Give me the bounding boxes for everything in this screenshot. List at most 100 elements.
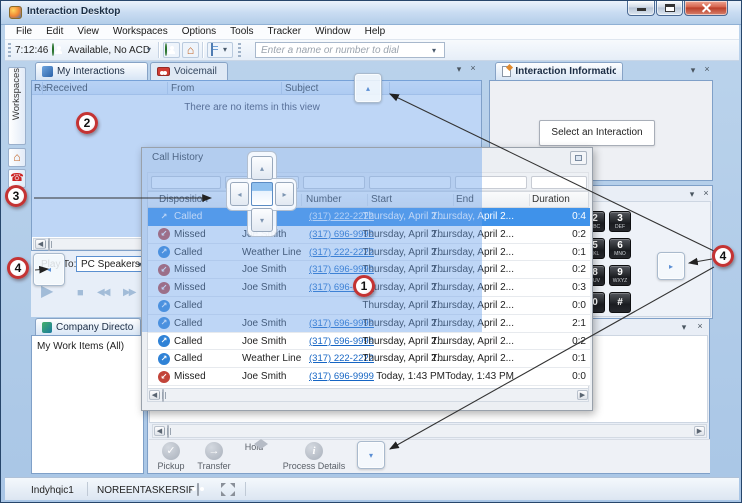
- pane-menu-icon[interactable]: ▾: [678, 322, 690, 333]
- disposition-cell: Called: [174, 350, 234, 368]
- call-history-row[interactable]: ↗Called(317) 222-2222Thursday, April 2..…: [148, 208, 590, 226]
- pane-menu-icon[interactable]: ▾: [687, 65, 699, 76]
- station-name: Indyhqic1: [31, 485, 74, 496]
- scroll-thumb[interactable]: [162, 389, 164, 402]
- scroll-right-icon[interactable]: ▶: [577, 390, 588, 400]
- end-cell: Thursday, April 2...: [430, 315, 514, 333]
- play-device-combo[interactable]: PC Speakers ▾: [76, 256, 148, 272]
- stop-button[interactable]: ■: [77, 287, 82, 299]
- scroll-right-icon[interactable]: ▶: [694, 426, 705, 436]
- pane-close-icon[interactable]: ×: [694, 321, 706, 332]
- menu-item-file[interactable]: File: [9, 25, 39, 38]
- my-status-button[interactable]: [163, 42, 180, 58]
- pane-menu-icon[interactable]: ▾: [453, 64, 465, 75]
- menu-item-options[interactable]: Options: [175, 25, 223, 38]
- column-header-from[interactable]: From: [171, 83, 194, 94]
- key-digit: 3: [617, 214, 623, 224]
- menu-item-view[interactable]: View: [70, 25, 106, 38]
- menu-item-workspaces[interactable]: Workspaces: [106, 25, 175, 38]
- window-position-button[interactable]: [570, 151, 587, 165]
- ch-col-number[interactable]: Number: [306, 194, 342, 205]
- process-details-button[interactable]: iProcess Details: [271, 442, 357, 471]
- close-button[interactable]: [684, 1, 728, 16]
- dock-bottom-button[interactable]: ▾: [357, 441, 385, 469]
- call-history-row[interactable]: ↗CalledJoe Smith(317) 696-9999Thursday, …: [148, 315, 590, 333]
- ch-col-start[interactable]: Start: [371, 194, 392, 205]
- column-header-received[interactable]: Received: [46, 83, 88, 94]
- column-header-re[interactable]: Re: [34, 83, 47, 94]
- duration-cell: 0:0: [538, 368, 586, 386]
- call-history-hscrollbar[interactable]: ◀ ▶: [147, 388, 589, 402]
- pane-close-icon[interactable]: ×: [701, 64, 713, 75]
- dock-right-button[interactable]: ▸: [657, 252, 685, 280]
- queue-hscrollbar[interactable]: ◀ ▶: [152, 424, 707, 438]
- column-header-subject[interactable]: Subject: [285, 83, 318, 94]
- dock-cross-left-button[interactable]: ◂: [230, 182, 249, 206]
- fast-forward-button[interactable]: ▶▶: [123, 287, 134, 298]
- call-history-row[interactable]: ↙MissedJoe Smith(317) 696-9999Thursday, …: [148, 226, 590, 244]
- dock-cross-right-button[interactable]: ▸: [275, 182, 294, 206]
- dial-chevron-icon[interactable]: ▾: [432, 46, 436, 55]
- presence-dropdown[interactable]: Available, No ACD: [49, 42, 159, 58]
- dialpad-key-3[interactable]: 3DEF: [609, 211, 631, 232]
- filter-box[interactable]: [455, 176, 527, 189]
- user-name: NOREENTASKERSIP: [97, 485, 195, 496]
- tab-company-directory[interactable]: Company Directory: [35, 318, 141, 336]
- dock-cross-down-button[interactable]: ▾: [251, 208, 273, 232]
- scroll-thumb[interactable]: [167, 425, 169, 438]
- scroll-thumb[interactable]: [48, 238, 50, 251]
- call-history-row[interactable]: ↗CalledThursday, April 2...Thursday, Apr…: [148, 297, 590, 315]
- transfer-button[interactable]: →Transfer: [191, 442, 237, 471]
- called-call-icon: ↗: [158, 335, 170, 347]
- select-interaction-button[interactable]: Select an Interaction: [539, 120, 655, 146]
- minimize-button[interactable]: [627, 1, 655, 16]
- maximize-button[interactable]: [656, 1, 683, 16]
- filter-box[interactable]: [303, 176, 365, 189]
- rewind-button[interactable]: ◀◀: [97, 287, 108, 298]
- disposition-cell: Missed: [174, 261, 234, 279]
- sidebar-tab-workspaces[interactable]: Workspaces: [8, 67, 26, 145]
- ch-col-end[interactable]: End: [456, 194, 474, 205]
- tab-interaction-information[interactable]: Interaction Information: [495, 62, 623, 80]
- end-cell: Thursday, April 2...: [430, 297, 514, 315]
- home-button[interactable]: ⌂: [182, 42, 199, 58]
- hold-button[interactable]: Hold: [237, 442, 271, 452]
- call-history-row[interactable]: ↙MissedJoe Smith(317) 696-9999Today, 1:4…: [148, 368, 590, 386]
- key-letters: WXYZ: [613, 278, 627, 284]
- filter-box[interactable]: [369, 176, 451, 189]
- menu-item-window[interactable]: Window: [308, 25, 358, 38]
- dock-left-button[interactable]: ◂: [33, 253, 65, 286]
- presence-chevron-icon[interactable]: ▾: [147, 45, 151, 54]
- menu-item-help[interactable]: Help: [358, 25, 393, 38]
- pane-close-icon[interactable]: ×: [700, 188, 712, 199]
- filter-box[interactable]: [151, 176, 221, 189]
- menu-item-tracker[interactable]: Tracker: [261, 25, 309, 38]
- tab-voicemail[interactable]: Voicemail: [150, 62, 228, 80]
- filter-box[interactable]: [531, 176, 587, 189]
- new-document-button[interactable]: ▾: [207, 42, 233, 58]
- call-history-row[interactable]: ↗CalledWeather Line(317) 222-2222Thursda…: [148, 244, 590, 262]
- dock-cross-center-button[interactable]: [251, 182, 273, 206]
- menu-item-edit[interactable]: Edit: [39, 25, 70, 38]
- pane-close-icon[interactable]: ×: [467, 63, 479, 74]
- sidebar-tab-home[interactable]: ⌂: [8, 148, 26, 167]
- call-history-row[interactable]: ↗CalledWeather Line(317) 222-2222Thursda…: [148, 350, 590, 368]
- tab-my-interactions[interactable]: My Interactions: [35, 62, 148, 80]
- pane-menu-icon[interactable]: ▾: [686, 189, 698, 200]
- call-history-row[interactable]: ↗CalledJoe Smith(317) 696-9999Thursday, …: [148, 333, 590, 351]
- transfer-icon: →: [205, 442, 223, 460]
- key-letters: DEF: [615, 224, 625, 230]
- dial-input[interactable]: [256, 43, 426, 57]
- dock-cross-up-button[interactable]: ▴: [251, 156, 273, 180]
- call-history-rows: ↗Called(317) 222-2222Thursday, April 2..…: [147, 208, 589, 388]
- ch-col-disposition[interactable]: Disposition: [159, 194, 208, 205]
- ch-col-duration[interactable]: Duration: [532, 194, 570, 205]
- dialpad-key-9[interactable]: 9WXYZ: [609, 265, 631, 286]
- disposition-cell: Missed: [174, 279, 234, 297]
- column-separator: [42, 82, 43, 94]
- dialpad-key-pound[interactable]: #: [609, 292, 631, 313]
- dock-top-button[interactable]: ▴: [354, 73, 382, 103]
- pickup-button[interactable]: ✓Pickup: [151, 442, 191, 471]
- menu-item-tools[interactable]: Tools: [223, 25, 260, 38]
- dialpad-key-6[interactable]: 6MNO: [609, 238, 631, 259]
